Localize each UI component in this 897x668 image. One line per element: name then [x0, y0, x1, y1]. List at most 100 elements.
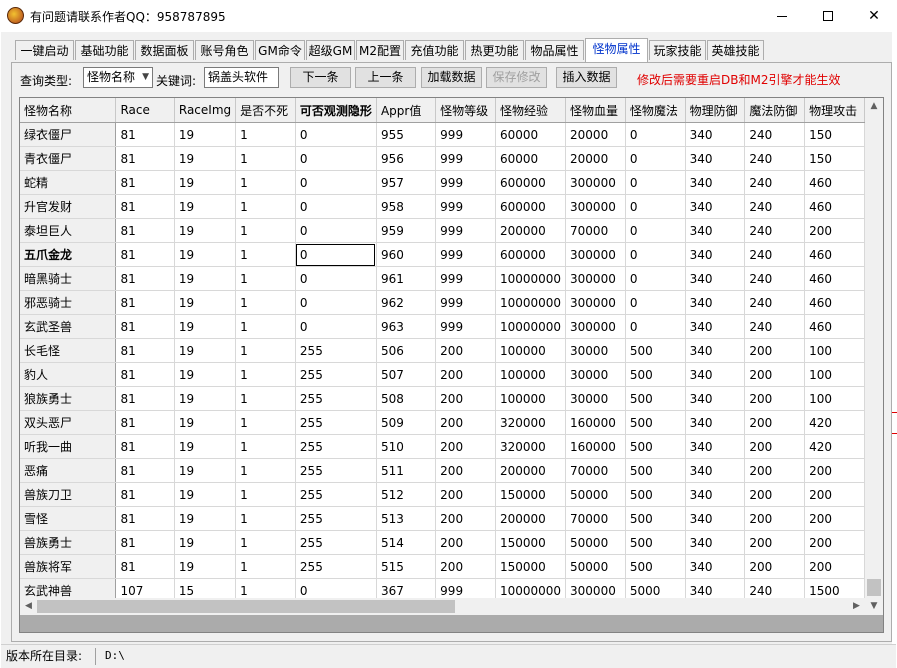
table-cell[interactable]: 255 — [295, 458, 377, 483]
table-cell[interactable]: 1 — [235, 434, 296, 459]
table-cell[interactable]: 20000 — [565, 122, 626, 147]
column-header[interactable]: 怪物经验 — [495, 98, 567, 123]
table-cell[interactable]: 200 — [435, 530, 496, 555]
table-cell[interactable]: 255 — [295, 482, 377, 507]
table-cell[interactable]: 1 — [235, 386, 296, 411]
table-cell[interactable]: 150000 — [495, 530, 567, 555]
table-cell[interactable]: 81 — [115, 266, 175, 291]
table-cell[interactable]: 150 — [804, 122, 865, 147]
table-cell[interactable]: 0 — [625, 266, 686, 291]
table-cell[interactable]: 999 — [435, 170, 496, 195]
table-cell[interactable]: 500 — [625, 458, 686, 483]
table-cell[interactable]: 0 — [625, 242, 686, 267]
table-cell[interactable]: 19 — [174, 314, 237, 339]
table-cell[interactable]: 340 — [685, 530, 746, 555]
table-cell[interactable]: 1 — [235, 146, 296, 171]
table-cell[interactable]: 81 — [115, 290, 175, 315]
table-cell[interactable]: 50000 — [565, 554, 626, 579]
table-cell[interactable]: 200 — [804, 554, 865, 579]
table-cell[interactable]: 507 — [376, 362, 437, 387]
table-cell[interactable]: 100000 — [495, 362, 567, 387]
tab-13[interactable]: 英雄技能 — [707, 40, 764, 60]
table-cell[interactable]: 81 — [115, 530, 175, 555]
table-cell[interactable]: 1 — [235, 410, 296, 435]
row-monster-name[interactable]: 狼族勇士 — [20, 386, 117, 411]
table-cell[interactable]: 0 — [625, 170, 686, 195]
table-cell[interactable]: 81 — [115, 386, 175, 411]
table-cell[interactable]: 150000 — [495, 482, 567, 507]
row-monster-name[interactable]: 五爪金龙 — [20, 242, 117, 267]
table-cell[interactable]: 100 — [804, 386, 865, 411]
keyword-input[interactable]: 锅盖头软件 — [204, 67, 279, 88]
table-cell[interactable]: 5000 — [625, 578, 686, 598]
table-cell[interactable]: 1 — [235, 290, 296, 315]
table-cell[interactable]: 200 — [804, 506, 865, 531]
table-row[interactable]: 暗黑骑士 81 19 1 0 961 999 10000000 300000 0 340 240 460 — [20, 266, 865, 291]
table-cell[interactable]: 81 — [115, 458, 175, 483]
table-cell[interactable]: 255 — [295, 506, 377, 531]
table-cell[interactable]: 19 — [174, 194, 237, 219]
table-cell[interactable]: 1 — [235, 554, 296, 579]
table-cell[interactable]: 19 — [174, 482, 237, 507]
table-cell[interactable]: 460 — [804, 194, 865, 219]
table-cell[interactable]: 1 — [235, 170, 296, 195]
table-cell[interactable]: 20000 — [565, 146, 626, 171]
table-cell[interactable]: 0 — [625, 122, 686, 147]
table-cell[interactable]: 511 — [376, 458, 437, 483]
load-data-button[interactable]: 加载数据 — [421, 67, 482, 88]
table-cell[interactable]: 600000 — [495, 242, 567, 267]
table-row[interactable]: 青衣僵尸 81 19 1 0 956 999 60000 20000 0 340 240 150 — [20, 146, 865, 171]
table-cell[interactable]: 340 — [685, 266, 746, 291]
table-cell[interactable]: 1 — [235, 122, 296, 147]
table-cell[interactable]: 200 — [744, 530, 806, 555]
tab-2[interactable]: 基础功能 — [75, 40, 134, 60]
table-cell[interactable]: 955 — [376, 122, 437, 147]
table-cell[interactable]: 300000 — [565, 242, 626, 267]
table-cell[interactable]: 160000 — [565, 434, 626, 459]
table-cell[interactable]: 200 — [435, 434, 496, 459]
table-cell[interactable]: 81 — [115, 410, 175, 435]
table-cell[interactable]: 200 — [744, 338, 806, 363]
table-cell[interactable]: 957 — [376, 170, 437, 195]
table-cell[interactable]: 515 — [376, 554, 437, 579]
table-cell[interactable]: 81 — [115, 194, 175, 219]
table-cell[interactable]: 999 — [435, 194, 496, 219]
table-cell[interactable]: 240 — [744, 146, 806, 171]
scroll-right-icon[interactable]: ▶ — [848, 598, 865, 615]
table-row[interactable]: 双头恶尸 81 19 1 255 509 200 320000 160000 500 340 200 4… — [20, 410, 865, 435]
tab-1[interactable]: 一键启动 — [15, 40, 74, 60]
table-cell[interactable]: 1 — [235, 218, 296, 243]
table-cell[interactable]: 340 — [685, 458, 746, 483]
tab-7[interactable]: M2配置 — [356, 40, 404, 60]
table-cell[interactable]: 0 — [625, 314, 686, 339]
table-cell[interactable]: 956 — [376, 146, 437, 171]
horizontal-scroll-thumb[interactable] — [37, 600, 455, 613]
row-monster-name[interactable]: 邪恶骑士 — [20, 290, 117, 315]
table-cell[interactable]: 506 — [376, 338, 437, 363]
table-cell[interactable]: 19 — [174, 434, 237, 459]
table-cell[interactable]: 340 — [685, 170, 746, 195]
table-cell[interactable]: 300000 — [565, 194, 626, 219]
table-cell[interactable]: 320000 — [495, 410, 567, 435]
table-cell[interactable]: 81 — [115, 122, 175, 147]
row-monster-name[interactable]: 绿衣僵尸 — [20, 122, 117, 147]
table-cell[interactable]: 1 — [235, 242, 296, 267]
table-cell[interactable]: 240 — [744, 194, 806, 219]
row-monster-name[interactable]: 玄武神兽 — [20, 578, 117, 598]
table-cell[interactable]: 255 — [295, 434, 377, 459]
column-header[interactable]: 怪物名称 — [20, 98, 117, 123]
table-cell[interactable]: 0 — [295, 242, 377, 267]
row-monster-name[interactable]: 豹人 — [20, 362, 117, 387]
table-cell[interactable]: 200 — [744, 362, 806, 387]
table-cell[interactable]: 81 — [115, 146, 175, 171]
table-cell[interactable]: 200 — [804, 482, 865, 507]
table-cell[interactable]: 500 — [625, 338, 686, 363]
table-cell[interactable]: 500 — [625, 554, 686, 579]
table-cell[interactable]: 50000 — [565, 482, 626, 507]
table-cell[interactable]: 1 — [235, 482, 296, 507]
table-cell[interactable]: 240 — [744, 578, 806, 598]
table-cell[interactable]: 420 — [804, 434, 865, 459]
table-cell[interactable]: 19 — [174, 242, 237, 267]
table-cell[interactable]: 19 — [174, 362, 237, 387]
table-cell[interactable]: 508 — [376, 386, 437, 411]
